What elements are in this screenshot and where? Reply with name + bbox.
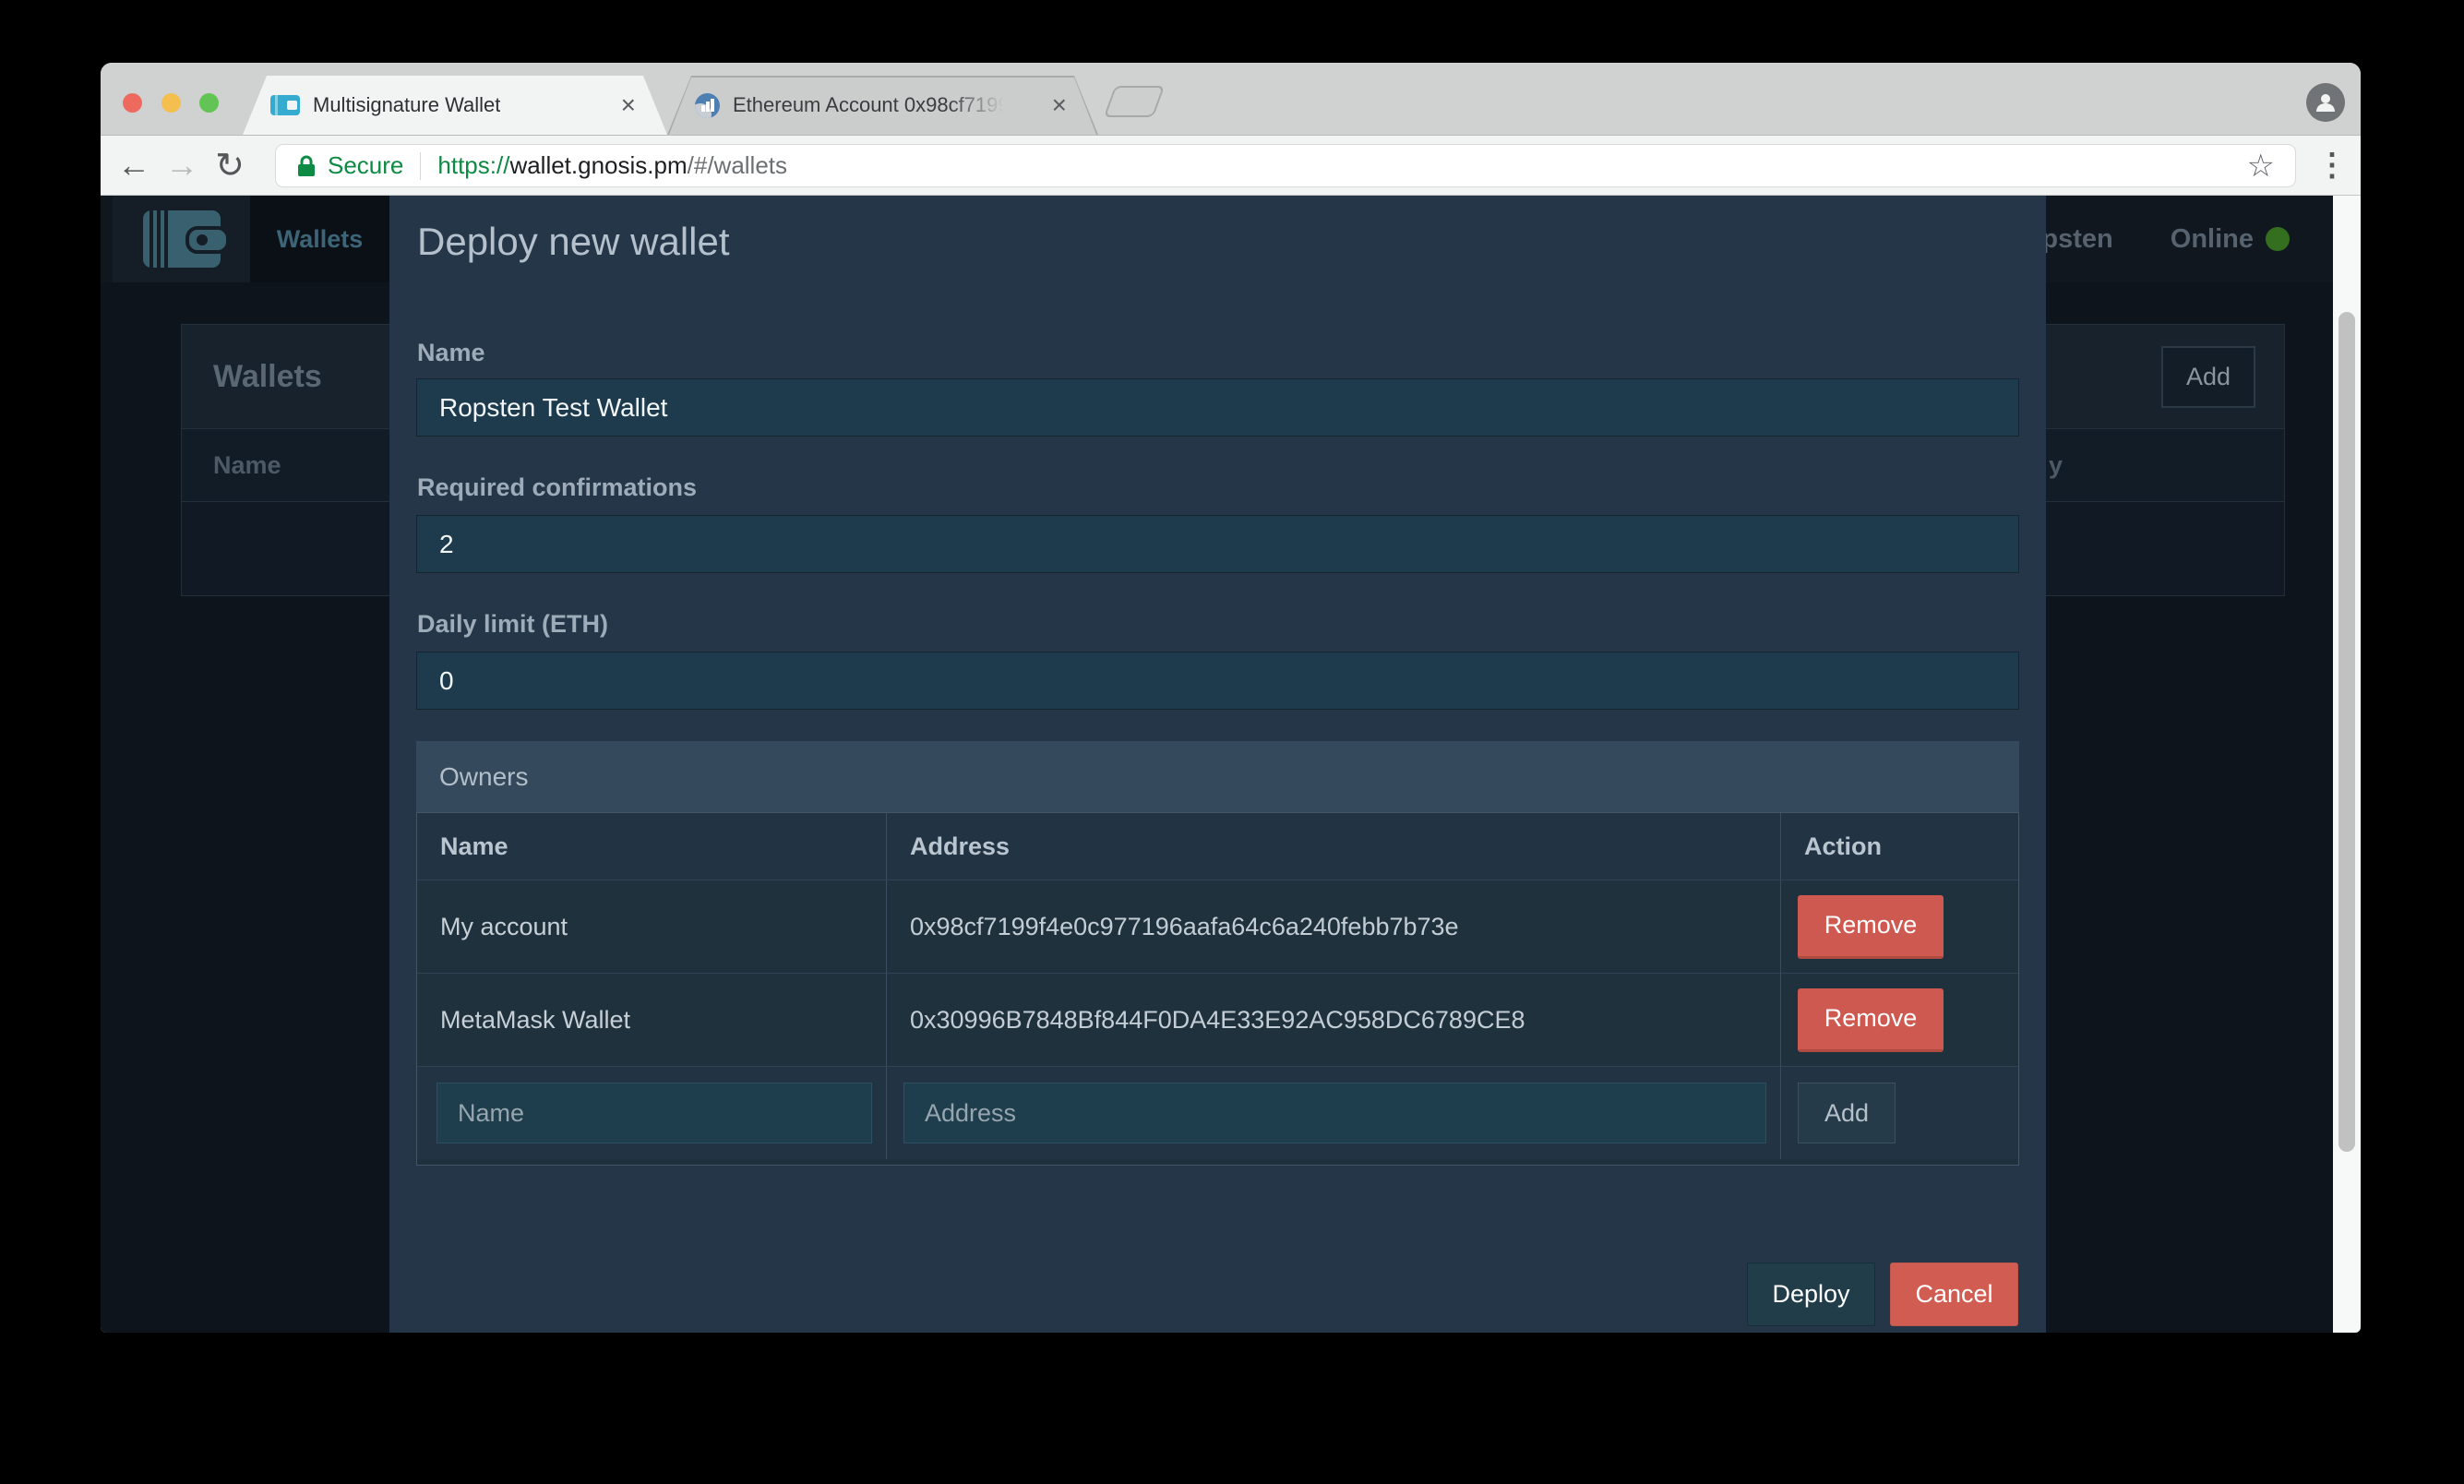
reload-button[interactable]: ↻ — [209, 136, 250, 195]
cancel-button[interactable]: Cancel — [1890, 1263, 2018, 1326]
url-host: wallet.gnosis.pm — [509, 151, 687, 180]
owners-table-header-row: Name Address Action — [417, 813, 2018, 880]
etherscan-favicon — [695, 93, 720, 118]
tab-strip: Multisignature Wallet × Ethereum Account… — [101, 63, 2361, 135]
add-wallet-button[interactable]: Add — [2161, 346, 2255, 408]
gnosis-wallet-logo[interactable] — [113, 196, 250, 282]
page-content: Wallets Ropsten Online Wallets Add Name … — [101, 196, 2361, 1333]
browser-menu-icon[interactable]: ⋮ — [2314, 136, 2350, 195]
browser-toolbar: ← → ↻ Secure https://wallet.gnosis.pm/#/… — [101, 135, 2361, 196]
tab-multisignature-wallet[interactable]: Multisignature Wallet × — [243, 76, 667, 135]
profile-avatar-icon[interactable] — [2306, 83, 2345, 122]
remove-owner-button[interactable]: Remove — [1798, 895, 1944, 959]
zoom-window-button[interactable] — [199, 93, 219, 113]
column-header-name: Name — [213, 429, 281, 501]
owners-col-action: Action — [1781, 813, 2018, 880]
url-path: /#/wallets — [688, 151, 787, 180]
address-bar[interactable]: Secure https://wallet.gnosis.pm/#/wallet… — [275, 144, 2296, 187]
daily-limit-input[interactable] — [416, 652, 2019, 710]
owner-row: MetaMask Wallet 0x30996B7848Bf844F0DA4E3… — [417, 973, 2018, 1066]
url-scheme: https:// — [437, 151, 509, 180]
tab-title: Ethereum Account 0x98cf7199 — [733, 93, 1010, 117]
new-owner-address-input[interactable] — [903, 1083, 1766, 1143]
owners-col-name: Name — [417, 813, 887, 880]
remove-owner-button[interactable]: Remove — [1798, 988, 1944, 1052]
wallet-icon — [134, 208, 230, 270]
owner-address: 0x30996B7848Bf844F0DA4E33E92AC958DC6789C… — [887, 974, 1781, 1066]
sidebar-item-wallets[interactable]: Wallets — [250, 196, 389, 282]
required-confirmations-input[interactable] — [416, 515, 2019, 573]
column-header-fragment: y — [2049, 429, 2063, 501]
back-button[interactable]: ← — [114, 136, 154, 195]
new-owner-name-input[interactable] — [437, 1083, 872, 1143]
tab-ethereum-account[interactable]: Ethereum Account 0x98cf7199 × — [667, 76, 1098, 135]
owner-address: 0x98cf7199f4e0c977196aafa64c6a240febb7b7… — [887, 880, 1781, 973]
online-status-dot — [2266, 227, 2290, 251]
forward-button: → — [161, 136, 202, 195]
new-tab-button[interactable] — [1104, 86, 1165, 117]
bookmark-star-icon[interactable]: ☆ — [2247, 148, 2275, 185]
add-owner-row: Add — [417, 1066, 2018, 1159]
owners-col-address: Address — [887, 813, 1781, 880]
scrollbar-thumb[interactable] — [2338, 312, 2355, 1152]
owners-panel-header: Owners — [416, 741, 2019, 812]
deploy-button[interactable]: Deploy — [1747, 1263, 1875, 1326]
deploy-new-wallet-modal: Deploy new wallet Name Required confirma… — [389, 196, 2046, 1333]
secure-label: Secure — [328, 151, 403, 180]
wallets-panel-title: Wallets — [213, 325, 322, 428]
wallet-favicon — [270, 95, 300, 115]
minimize-window-button[interactable] — [161, 93, 181, 113]
required-confirmations-label: Required confirmations — [417, 473, 697, 502]
tab-title: Multisignature Wallet — [313, 93, 500, 117]
close-window-button[interactable] — [123, 93, 142, 113]
owners-table: Name Address Action My account 0x98cf719… — [416, 812, 2019, 1166]
owner-row: My account 0x98cf7199f4e0c977196aafa64c6… — [417, 880, 2018, 973]
scrollbar[interactable] — [2333, 196, 2361, 1333]
omnibox-divider — [420, 152, 421, 180]
owner-name: My account — [417, 880, 887, 973]
online-status-label: Online — [2171, 224, 2254, 255]
daily-limit-label: Daily limit (ETH) — [417, 610, 608, 639]
tab-close-icon[interactable]: × — [621, 92, 636, 118]
secure-lock-icon — [296, 154, 317, 178]
tab-close-icon[interactable]: × — [1052, 92, 1067, 118]
add-owner-button[interactable]: Add — [1798, 1083, 1896, 1143]
wallet-name-input[interactable] — [416, 378, 2019, 437]
modal-title: Deploy new wallet — [417, 220, 730, 264]
name-field-label: Name — [417, 339, 485, 367]
owner-name: MetaMask Wallet — [417, 974, 887, 1066]
browser-window: Multisignature Wallet × Ethereum Account… — [101, 63, 2361, 1333]
